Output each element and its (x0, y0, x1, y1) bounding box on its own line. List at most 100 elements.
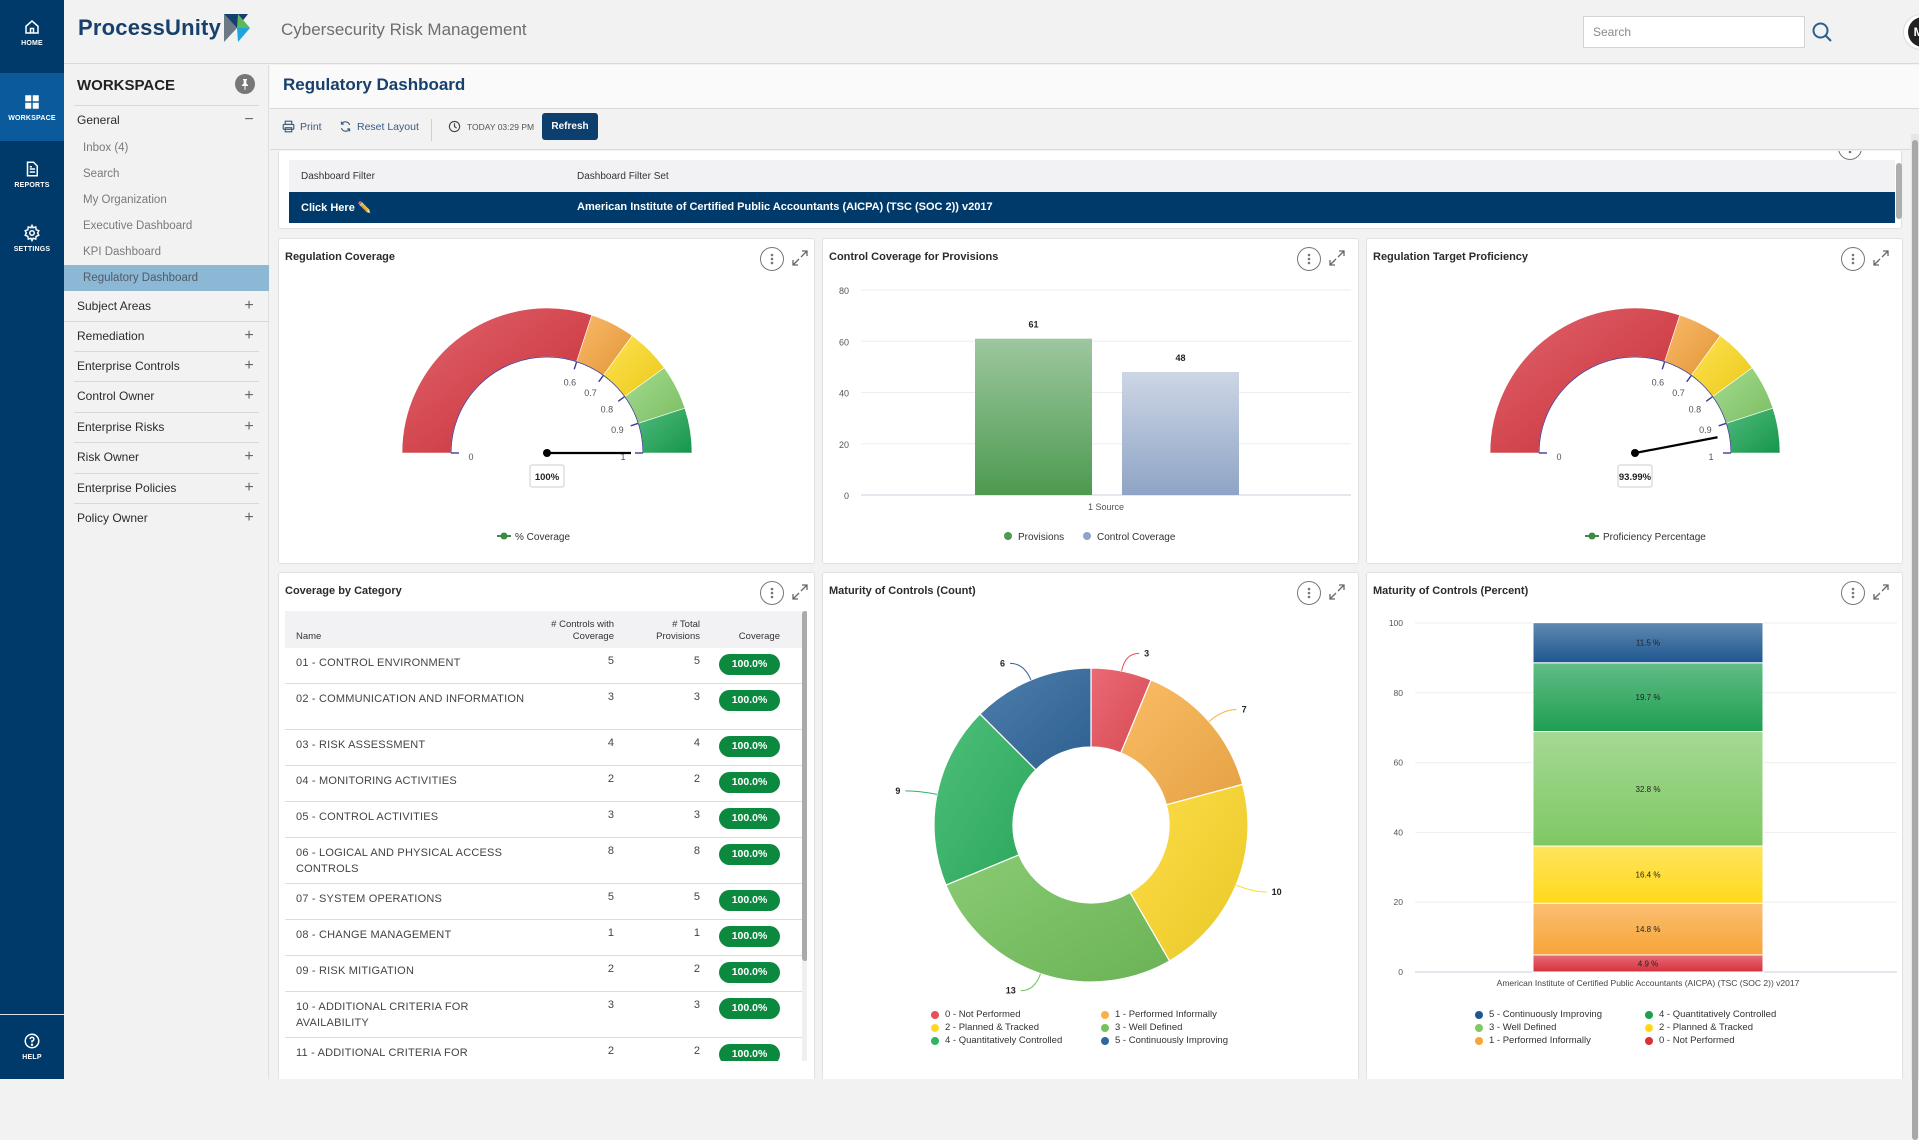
search-input[interactable] (1583, 16, 1805, 48)
sidebar-group-label: Remediation (77, 329, 145, 343)
table-row[interactable]: 01 - CONTROL ENVIRONMENT 5 5 100.0% (285, 648, 802, 684)
table-row[interactable]: 02 - COMMUNICATION AND INFORMATION 3 3 100.… (285, 684, 802, 730)
legend-item[interactable]: 2 - Planned & Tracked (931, 1022, 1039, 1033)
sidebar-item-inbox[interactable]: Inbox (4) (64, 135, 269, 161)
dashboard-toolbar: Print Reset Layout TODAY 03:29 PM Refres… (270, 110, 1919, 150)
row-provisions-count: 2 (693, 773, 700, 785)
row-provisions-count: 1 (693, 927, 700, 939)
bar-value-label: 61 (1028, 320, 1038, 330)
rail-reports[interactable]: REPORTS (0, 141, 64, 207)
reset-layout-button[interactable]: Reset Layout (339, 120, 419, 133)
search-icon[interactable] (1810, 20, 1834, 44)
table-row[interactable]: 04 - MONITORING ACTIVITIES 2 2 100.0% (285, 766, 802, 802)
sidebar-group-subject-areas[interactable]: Subject Areas + (64, 291, 269, 321)
row-name: 06 - LOGICAL AND PHYSICAL ACCESS CONTROL… (296, 847, 503, 875)
brand-logo[interactable]: ProcessUnity (78, 14, 251, 42)
sidebar-group-label: Enterprise Controls (77, 359, 180, 373)
y-tick-label: 20 (839, 440, 849, 450)
user-menu[interactable]: MB (1903, 14, 1919, 50)
rail-home[interactable]: HOME (0, 0, 64, 64)
page-header: Regulatory Dashboard (270, 65, 1919, 109)
table-row[interactable]: 06 - LOGICAL AND PHYSICAL ACCESS CONTROL… (285, 838, 802, 884)
legend-item[interactable]: 5 - Continuously Improving (1475, 1009, 1602, 1020)
sidebar-group-control-owner[interactable]: Control Owner + (64, 381, 269, 411)
col-header-controls[interactable]: # Controls with Coverage (525, 619, 614, 643)
sidebar-item-my-organization[interactable]: My Organization (64, 187, 269, 213)
table-scrollbar[interactable] (802, 611, 807, 1061)
filter-card-menu[interactable] (1838, 151, 1862, 160)
table-row[interactable]: 10 - ADDITIONAL CRITERIA FOR AVAILABILIT… (285, 992, 802, 1038)
table-row[interactable]: 09 - RISK MITIGATION 2 2 100.0% (285, 956, 802, 992)
table-row[interactable]: 03 - RISK ASSESSMENT 4 4 100.0% (285, 730, 802, 766)
legend-marker (1645, 1036, 1653, 1045)
legend-label: 1 - Performed Informally (1115, 1009, 1217, 1020)
legend-item[interactable]: 4 - Quantitatively Controlled (1645, 1009, 1776, 1020)
legend-item[interactable]: 4 - Quantitatively Controlled (931, 1035, 1062, 1046)
sidebar-group-enterprise-policies[interactable]: Enterprise Policies + (64, 473, 269, 503)
row-provisions-count: 3 (693, 999, 700, 1011)
legend-marker (1101, 1023, 1109, 1032)
legend-item[interactable]: 1 - Performed Informally (1475, 1035, 1591, 1046)
row-provisions-count: 3 (693, 691, 700, 703)
sidebar-group-remediation[interactable]: Remediation + (64, 321, 269, 351)
legend-item[interactable]: 5 - Continuously Improving (1101, 1035, 1228, 1046)
gauge-tick-label: 0.8 (601, 405, 614, 415)
row-name: 07 - SYSTEM OPERATIONS (296, 893, 443, 905)
y-tick-label: 80 (839, 286, 849, 296)
legend-item[interactable]: 0 - Not Performed (1645, 1035, 1735, 1046)
col-header-provisions[interactable]: # Total Provisions (625, 619, 700, 643)
sidebar-group-enterprise-controls[interactable]: Enterprise Controls + (64, 351, 269, 381)
rail-workspace[interactable]: WORKSPACE (0, 73, 64, 141)
dashboard-filter-link[interactable]: Click Here ✏️ (301, 201, 372, 214)
rail-settings[interactable]: SETTINGS (0, 205, 64, 271)
x-tick-label: American Institute of Certified Public A… (1497, 978, 1800, 988)
sidebar-item-search[interactable]: Search (64, 161, 269, 187)
col-header-coverage[interactable]: Coverage (725, 631, 780, 643)
sidebar-item-kpi-dashboard[interactable]: KPI Dashboard (64, 239, 269, 265)
legend-item[interactable]: 3 - Well Defined (1475, 1022, 1556, 1033)
gauge-tick-label: 0.8 (1689, 405, 1702, 415)
expand-icon: + (244, 327, 254, 344)
filter-table-row[interactable]: Click Here ✏️ American Institute of Cert… (289, 192, 1895, 223)
coverage-badge: 100.0% (719, 736, 780, 757)
sidebar-group-enterprise-risks[interactable]: Enterprise Risks + (64, 412, 269, 442)
sidebar-group-risk-owner[interactable]: Risk Owner + (64, 442, 269, 472)
table-scrollbar-thumb[interactable] (802, 611, 807, 961)
table-row[interactable]: 07 - SYSTEM OPERATIONS 5 5 100.0% (285, 884, 802, 920)
coverage-badge: 100.0% (719, 962, 780, 983)
gauge-tick-label: 0.7 (1672, 388, 1685, 398)
sidebar-group-label: Control Owner (77, 389, 155, 403)
bar-value-label: 48 (1175, 353, 1185, 363)
table-row[interactable]: 08 - CHANGE MANAGEMENT 1 1 100.0% (285, 920, 802, 956)
donut-connector (1010, 662, 1032, 681)
filter-scrollbar[interactable] (1895, 160, 1903, 223)
legend-item[interactable]: 1 - Performed Informally (1101, 1009, 1217, 1020)
legend-item[interactable]: 0 - Not Performed (931, 1009, 1021, 1020)
col-header-controls-line2: Coverage (572, 631, 614, 642)
print-button[interactable]: Print (282, 120, 322, 133)
row-controls-count: 5 (607, 655, 614, 667)
bar (1122, 372, 1239, 495)
widget-menu-button[interactable] (760, 581, 784, 605)
expand-icon: + (244, 297, 254, 314)
page-title: Regulatory Dashboard (283, 75, 466, 94)
widget-maturity-count: Maturity of Controls (Count) 3 7 10 13 9 6 0 … (822, 572, 1359, 1079)
row-name: 11 - ADDITIONAL CRITERIA FOR CONFIDENTIA… (296, 1047, 468, 1059)
sidebar-item-regulatory-dashboard[interactable]: Regulatory Dashboard (64, 265, 269, 291)
legend-marker (1588, 532, 1596, 540)
sidebar-group-policy-owner[interactable]: Policy Owner + (64, 503, 269, 533)
table-row[interactable]: 11 - ADDITIONAL CRITERIA FOR CONFIDENTIA… (285, 1038, 802, 1061)
sidebar-group-general[interactable]: General − (64, 105, 269, 135)
y-tick-label: 0 (1398, 967, 1403, 977)
sidebar-item-executive-dashboard[interactable]: Executive Dashboard (64, 213, 269, 239)
legend-item[interactable]: 3 - Well Defined (1101, 1022, 1182, 1033)
legend-item[interactable]: 2 - Planned & Tracked (1645, 1022, 1753, 1033)
pin-button[interactable] (235, 74, 255, 94)
col-header-name[interactable]: Name (296, 631, 321, 643)
table-row[interactable]: 05 - CONTROL ACTIVITIES 3 3 100.0% (285, 802, 802, 838)
filter-scrollbar-thumb[interactable] (1896, 163, 1902, 219)
expand-icon[interactable] (791, 583, 809, 601)
refresh-button[interactable]: Refresh (542, 113, 598, 140)
legend-marker (1475, 1010, 1483, 1019)
rail-help[interactable]: HELP (0, 1016, 64, 1076)
